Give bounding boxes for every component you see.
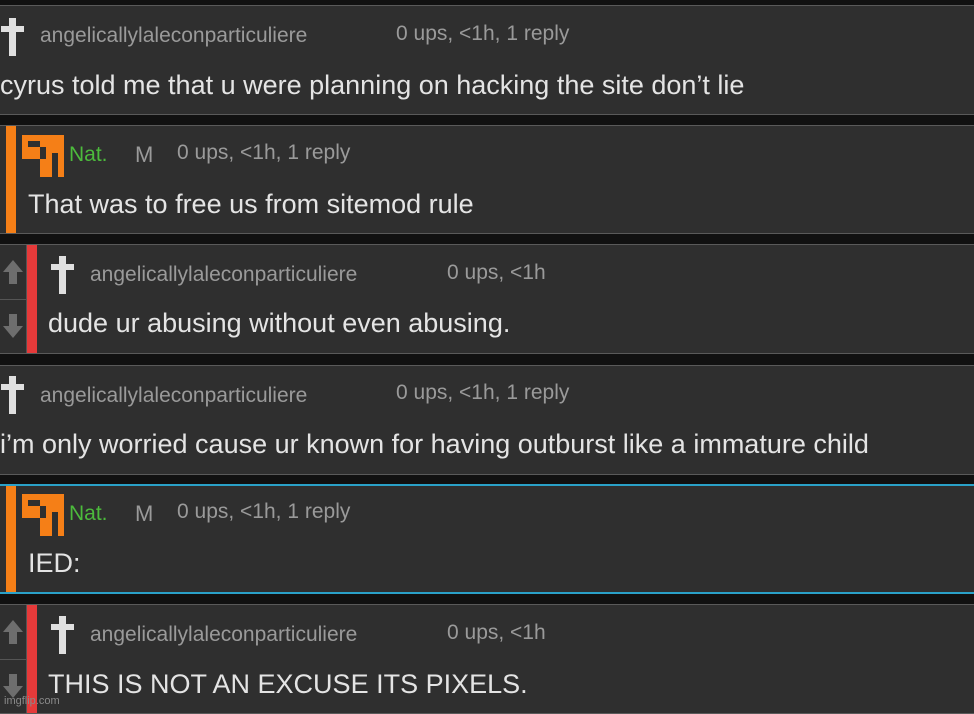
comment-meta: 0 ups, <1h <box>447 261 546 285</box>
comment-reply: angelicallylaleconparticuliere 0 ups, <1… <box>0 604 974 714</box>
orange-pixel-avatar <box>22 494 64 536</box>
comment-reply: Nat. M 0 ups, <1h, 1 reply IED: <box>0 484 974 594</box>
mod-badge: M <box>135 142 153 168</box>
upvote-button[interactable] <box>0 245 26 300</box>
comment-username[interactable]: angelicallylaleconparticuliere <box>40 384 307 408</box>
thread-bar <box>27 245 37 353</box>
cross-icon <box>0 16 26 58</box>
orange-pixel-avatar <box>22 135 64 177</box>
mod-badge: M <box>135 501 153 527</box>
thread-bar <box>6 126 16 233</box>
comment-meta: 0 ups, <1h, 1 reply <box>177 500 350 524</box>
thread-bar <box>6 486 16 592</box>
downvote-button[interactable] <box>0 299 26 353</box>
comment-username[interactable]: angelicallylaleconparticuliere <box>40 24 307 48</box>
upvote-button[interactable] <box>0 605 26 660</box>
cross-icon <box>50 254 76 296</box>
comment-meta: 0 ups, <1h, 1 reply <box>396 22 569 46</box>
cross-icon <box>50 614 76 656</box>
arrow-up-icon <box>2 618 24 646</box>
comment-text: IED: <box>28 548 81 579</box>
comment-meta: 0 ups, <1h <box>447 621 546 645</box>
comment-reply: Nat. M 0 ups, <1h, 1 reply That was to f… <box>0 125 974 234</box>
comment-username[interactable]: angelicallylaleconparticuliere <box>90 263 357 287</box>
comment-reply: angelicallylaleconparticuliere 0 ups, <1… <box>0 244 974 354</box>
comment-text: cyrus told me that u were planning on ha… <box>0 70 744 101</box>
comment-username[interactable]: Nat. <box>69 502 108 526</box>
comment-username[interactable]: Nat. <box>69 143 108 167</box>
comment-meta: 0 ups, <1h, 1 reply <box>177 141 350 165</box>
comment-text: i’m only worried cause ur known for havi… <box>0 429 869 460</box>
arrow-up-icon <box>2 258 24 286</box>
comment-username[interactable]: angelicallylaleconparticuliere <box>90 623 357 647</box>
comment-text: THIS IS NOT AN EXCUSE ITS PIXELS. <box>48 669 528 700</box>
comment: angelicallylaleconparticuliere 0 ups, <1… <box>0 5 974 115</box>
comment-text: That was to free us from sitemod rule <box>28 189 474 220</box>
comment-text: dude ur abusing without even abusing. <box>48 308 510 339</box>
watermark: imgflip.com <box>4 695 60 707</box>
vote-column <box>0 245 27 353</box>
comment: angelicallylaleconparticuliere 0 ups, <1… <box>0 365 974 475</box>
comment-meta: 0 ups, <1h, 1 reply <box>396 381 569 405</box>
cross-icon <box>0 374 26 416</box>
arrow-down-icon <box>2 312 24 340</box>
